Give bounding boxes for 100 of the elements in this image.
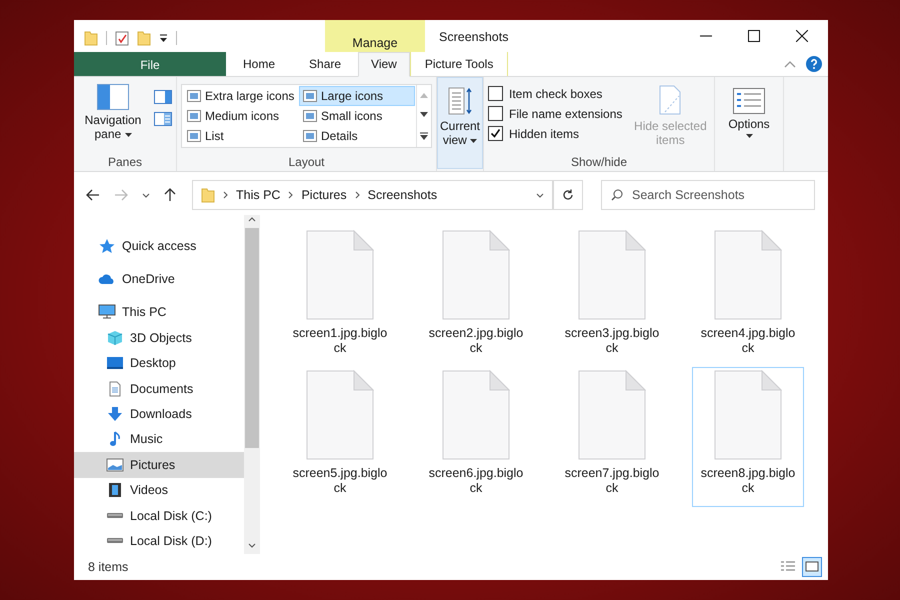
checkbox[interactable] [488,126,503,141]
collapse-ribbon-icon[interactable] [784,60,796,68]
chevron-icon[interactable] [354,191,360,199]
preview-pane-icon[interactable] [154,90,172,104]
large-icons-view-icon[interactable] [802,557,822,577]
file-item[interactable]: screen2.jpg.biglock [420,227,532,367]
nav-item-label: Pictures [130,458,176,472]
checkbox-option[interactable]: Hidden items [488,126,622,141]
layout-option-label: Small icons [321,109,382,123]
breadcrumb[interactable]: This PC [236,188,280,202]
pictures-icon [106,456,124,473]
scrollbar[interactable] [244,215,260,554]
cube-icon [106,330,124,346]
nav-item-label: Quick access [122,238,196,253]
recent-locations-icon[interactable] [142,192,150,198]
nav-item[interactable]: Local Disk (C:) [74,502,244,528]
context-tab-header: Manage [325,20,425,52]
refresh-button[interactable] [553,180,583,210]
navigation-pane-button[interactable]: Navigation pane [78,80,148,155]
scroll-down-icon[interactable] [420,112,428,118]
file-name: screen4.jpg.biglock [700,326,796,356]
file-item[interactable]: screen7.jpg.biglock [556,367,668,507]
nav-item-label: Local Disk (D:) [130,534,212,548]
nav-item[interactable]: Desktop [74,350,244,376]
blank-file-icon [306,370,374,460]
ribbon-tab[interactable]: View [358,52,410,77]
maximize-icon[interactable] [748,30,760,42]
nav-item[interactable]: This PC [74,300,244,326]
drive-icon [107,513,123,518]
nav-item[interactable]: OneDrive [74,266,244,292]
download-arrow-icon [106,406,124,422]
layout-option[interactable]: Medium icons [183,106,299,126]
file-item[interactable]: screen8.jpg.biglock [692,367,804,507]
nav-item-label: 3D Objects [130,330,192,345]
blank-file-icon [442,230,510,320]
properties-icon[interactable] [115,30,129,46]
layout-option[interactable]: Extra large icons [183,86,299,106]
blank-file-icon [714,230,782,320]
checkbox-option[interactable]: Item check boxes [488,86,622,101]
group-label: Show/hide [570,155,628,169]
file-item[interactable]: screen4.jpg.biglock [692,227,804,367]
checkbox-option[interactable]: File name extensions [488,106,622,121]
layout-option[interactable]: Details [299,126,415,146]
file-item[interactable]: screen6.jpg.biglock [420,367,532,507]
ribbon-tab[interactable]: Share [292,52,358,76]
nav-item-label: Downloads [130,407,192,422]
expand-gallery-icon[interactable] [420,132,428,140]
nav-item-label: Music [130,432,163,446]
layout-option[interactable]: Small icons [299,106,415,126]
scroll-up-icon[interactable] [248,217,256,222]
layout-option-label: Details [321,129,358,143]
ribbon-tab[interactable]: Home [226,52,292,76]
file-item[interactable]: screen5.jpg.biglock [284,367,396,507]
view-icon [303,110,317,122]
navigation-pane-icon [97,84,129,110]
file-name: screen2.jpg.biglock [428,326,524,356]
ribbon-tab[interactable]: File [74,52,226,76]
back-arrow-icon[interactable] [86,189,100,201]
nav-item[interactable]: Downloads [74,401,244,427]
view-icon [303,130,317,142]
nav-item[interactable]: Quick access [74,233,244,258]
view-icon [187,110,201,122]
file-item[interactable]: screen1.jpg.biglock [284,227,396,367]
desktop-icon [106,355,124,372]
caret-icon [746,134,752,138]
search-field[interactable]: Search Screenshots [601,180,815,210]
checkbox[interactable] [488,86,503,101]
current-view-button[interactable]: Current view [437,77,483,169]
hidden-page-icon [657,84,684,116]
close-icon[interactable] [796,30,808,42]
options-button[interactable]: Options [719,80,779,142]
address-bar[interactable]: This PC Pictures Screenshots [192,180,553,210]
nav-item[interactable]: Videos [74,478,244,503]
layout-option[interactable]: List [183,126,299,146]
dropdown-icon[interactable] [536,192,544,198]
view-icon [187,130,201,142]
group-label: Panes [106,155,144,169]
breadcrumb[interactable]: Pictures [301,188,347,202]
nav-item[interactable]: Documents [74,376,244,402]
up-arrow-icon[interactable] [164,188,176,202]
blank-file-icon [306,230,374,320]
computer-icon [98,304,116,320]
layout-option[interactable]: Large icons [299,86,415,106]
nav-item-label: Local Disk (C:) [130,508,212,523]
folder-icon [201,187,215,203]
dropdown-icon[interactable] [159,33,168,43]
ribbon-tab[interactable]: Picture Tools [410,52,508,76]
chevron-icon[interactable] [223,191,228,199]
chevron-icon[interactable] [288,191,294,199]
nav-item[interactable]: Music [74,426,244,452]
nav-item[interactable]: 3D Objects [74,325,244,351]
scroll-down-icon[interactable] [248,543,256,548]
details-pane-icon[interactable] [154,112,172,126]
nav-item[interactable]: Local Disk (D:) [74,528,244,554]
view-icon [303,90,317,102]
file-item[interactable]: screen3.jpg.biglock [556,227,668,367]
checkbox[interactable] [488,106,503,121]
breadcrumb[interactable]: Screenshots [368,188,438,202]
help-icon[interactable] [806,56,822,72]
nav-item[interactable]: Pictures [74,452,244,478]
